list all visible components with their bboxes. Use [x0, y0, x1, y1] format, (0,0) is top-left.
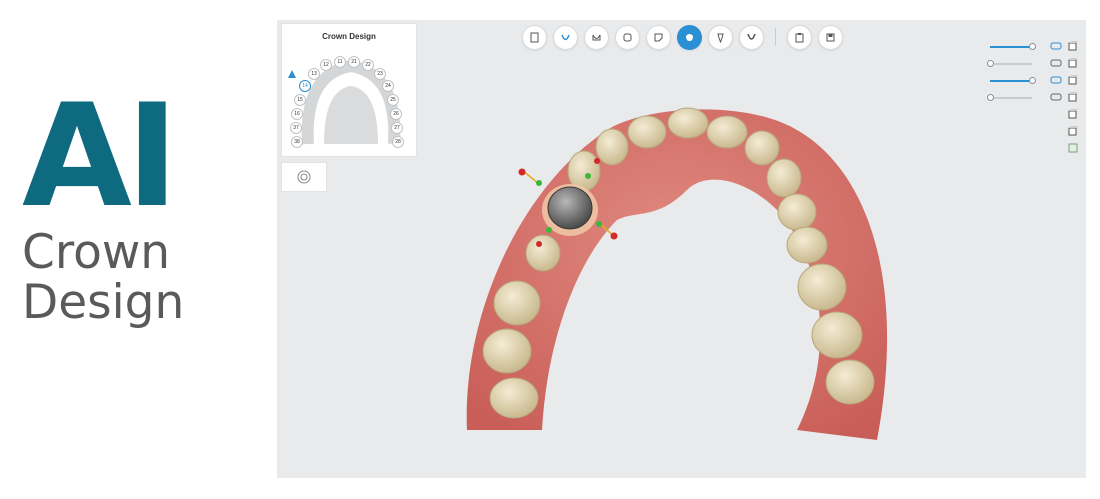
- visibility-slider[interactable]: [978, 55, 1078, 72]
- tooth-14[interactable]: 14: [299, 80, 311, 92]
- back-view-icon[interactable]: [1068, 58, 1078, 68]
- tooth-28[interactable]: 28: [392, 136, 404, 148]
- margin-line-icon[interactable]: [584, 24, 609, 50]
- slider-track[interactable]: [990, 97, 1032, 99]
- right-view-icon[interactable]: [1068, 92, 1078, 102]
- visibility-slider[interactable]: [978, 89, 1078, 106]
- tooth-16[interactable]: 16: [291, 108, 303, 120]
- handle-rotate-1: [518, 168, 526, 176]
- tooth-chart-panel: Crown Design 11 12 13 14 15 16 37 38 21 …: [281, 23, 417, 157]
- target-icon: [297, 170, 311, 184]
- slider-knob[interactable]: [1029, 77, 1036, 84]
- tooth-22[interactable]: 22: [362, 59, 374, 71]
- brand-subtitle-line1: Crown: [22, 225, 171, 280]
- visibility-slider[interactable]: [978, 38, 1078, 55]
- toolbar-divider: [775, 28, 776, 46]
- clipboard-icon[interactable]: [787, 24, 812, 50]
- slider-knob[interactable]: [987, 60, 994, 67]
- visibility-slider[interactable]: [978, 72, 1078, 89]
- upper-jaw-icon[interactable]: [1050, 41, 1062, 51]
- tooth-25[interactable]: 25: [387, 94, 399, 106]
- handle-rotate-2: [610, 232, 618, 240]
- bite-icon[interactable]: [646, 24, 671, 50]
- gum-layer-icon[interactable]: [1050, 92, 1062, 102]
- tooth-37[interactable]: 37: [290, 122, 302, 134]
- view-cube-row: [978, 123, 1078, 140]
- slider-fill: [990, 46, 1032, 48]
- slider-track[interactable]: [990, 63, 1032, 65]
- tooth-23[interactable]: 23: [374, 68, 386, 80]
- brand-logo: AI Crown Design: [22, 86, 222, 328]
- top-view-icon[interactable]: [1068, 109, 1078, 119]
- main-toolbar: [522, 24, 843, 50]
- front-view-icon[interactable]: [1068, 41, 1078, 51]
- prep-tooth-icon[interactable]: [615, 24, 640, 50]
- tooth-12[interactable]: 12: [320, 59, 332, 71]
- selector-arrow-icon: [288, 70, 296, 78]
- view-reset-button[interactable]: [281, 162, 327, 192]
- lower-arch-icon[interactable]: [739, 24, 764, 50]
- implant-icon[interactable]: [708, 24, 733, 50]
- fit-view-icon[interactable]: [1068, 143, 1078, 153]
- visibility-sliders: [978, 38, 1078, 157]
- lower-jaw-icon[interactable]: [1050, 58, 1062, 68]
- tooth-26[interactable]: 26: [390, 108, 402, 120]
- crown-design-icon[interactable]: [677, 24, 702, 50]
- tooth-13[interactable]: 13: [308, 68, 320, 80]
- tooth-27[interactable]: 27: [391, 122, 403, 134]
- app-window: Crown Design 11 12 13 14 15 16 37 38 21 …: [277, 20, 1086, 478]
- slider-fill: [990, 80, 1032, 82]
- tooth-11[interactable]: 11: [334, 56, 346, 68]
- view-cube-row: [978, 140, 1078, 157]
- brand-subtitle-line2: Design: [22, 275, 185, 330]
- tooth-38[interactable]: 38: [291, 136, 303, 148]
- handle-move-1: [536, 180, 542, 186]
- bottom-view-icon[interactable]: [1068, 126, 1078, 136]
- order-form-icon[interactable]: [522, 24, 547, 50]
- save-icon[interactable]: [818, 24, 843, 50]
- tooth-21[interactable]: 21: [348, 56, 360, 68]
- tooth-15[interactable]: 15: [294, 94, 306, 106]
- arch-icon[interactable]: [553, 24, 578, 50]
- panel-title: Crown Design: [322, 32, 376, 41]
- crown-model: [547, 186, 593, 230]
- view-cube-row: [978, 106, 1078, 123]
- tooth-layer-icon[interactable]: [1050, 75, 1062, 85]
- slider-knob[interactable]: [987, 94, 994, 101]
- slider-knob[interactable]: [1029, 43, 1036, 50]
- left-view-icon[interactable]: [1068, 75, 1078, 85]
- brand-title: AI: [22, 74, 179, 239]
- tooth-24[interactable]: 24: [382, 80, 394, 92]
- handle-move-2: [596, 221, 602, 227]
